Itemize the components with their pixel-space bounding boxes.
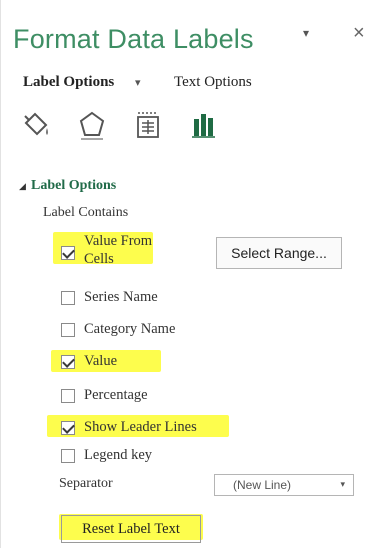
- select-range-button[interactable]: Select Range...: [216, 237, 342, 269]
- checkbox-row-category-name[interactable]: Category Name: [61, 321, 221, 341]
- effects-icon[interactable]: [75, 108, 109, 142]
- percentage-label: Percentage: [84, 387, 148, 403]
- checkbox-row-series-name[interactable]: Series Name: [61, 289, 211, 309]
- checkbox-row-value-from-cells[interactable]: Value From Cells: [61, 233, 181, 267]
- reset-label-text-button[interactable]: Reset Label Text: [61, 515, 201, 543]
- checkbox-row-value[interactable]: Value: [61, 353, 161, 373]
- value-from-cells-label: Value From Cells: [84, 233, 153, 267]
- chevron-down-icon: ▾: [340, 479, 345, 489]
- pane-options-dropdown-icon[interactable]: ▾: [303, 26, 309, 40]
- separator-dropdown[interactable]: (New Line) ▾: [214, 474, 354, 496]
- legend-key-checkbox[interactable]: [61, 449, 75, 463]
- show-leader-lines-label: Show Leader Lines: [84, 419, 197, 435]
- value-checkbox[interactable]: [61, 355, 75, 369]
- legend-key-label: Legend key: [84, 447, 153, 463]
- fill-line-icon[interactable]: [19, 108, 53, 142]
- size-properties-icon[interactable]: [131, 108, 165, 142]
- format-data-labels-pane: Format Data Labels ▾ × Label Options ▾ T…: [0, 0, 377, 548]
- series-name-label: Series Name: [84, 289, 158, 305]
- collapse-caret-icon[interactable]: ◢: [19, 181, 26, 192]
- checkbox-row-show-leader-lines[interactable]: Show Leader Lines: [61, 419, 231, 439]
- tab-label-options[interactable]: Label Options: [23, 74, 114, 91]
- checkbox-row-percentage[interactable]: Percentage: [61, 387, 191, 407]
- value-from-cells-checkbox[interactable]: [61, 246, 75, 260]
- checkbox-row-legend-key[interactable]: Legend key: [61, 447, 191, 467]
- tab-text-options[interactable]: Text Options: [174, 74, 252, 91]
- section-header-label-options[interactable]: Label Options: [31, 178, 116, 194]
- value-label: Value: [84, 353, 118, 369]
- close-icon[interactable]: ×: [353, 22, 365, 45]
- separator-label: Separator: [59, 476, 113, 491]
- show-leader-lines-checkbox[interactable]: [61, 421, 75, 435]
- category-name-label: Category Name: [84, 321, 176, 337]
- percentage-checkbox[interactable]: [61, 389, 75, 403]
- series-name-checkbox[interactable]: [61, 291, 75, 305]
- label-options-icon[interactable]: [187, 108, 221, 142]
- chevron-down-icon[interactable]: ▾: [135, 76, 141, 89]
- pane-title: Format Data Labels: [13, 24, 254, 54]
- separator-value: (New Line): [233, 478, 292, 492]
- label-contains-heading: Label Contains: [43, 205, 129, 220]
- category-name-checkbox[interactable]: [61, 323, 75, 337]
